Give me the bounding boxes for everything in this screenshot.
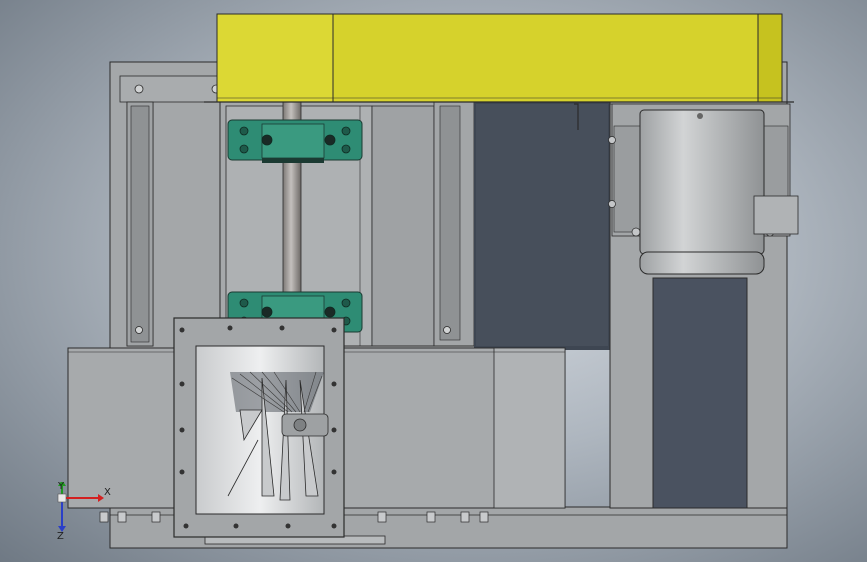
- z-axis-label: Z: [57, 531, 64, 542]
- orientation-triad: X Y Z: [48, 482, 118, 544]
- pillow-block-bearing-upper[interactable]: [227, 119, 363, 163]
- x-axis-label: X: [104, 487, 111, 498]
- frame-opening-shade: [476, 104, 608, 346]
- assembly-drawing[interactable]: [0, 0, 867, 562]
- cad-graphics-viewport[interactable]: X Y Z: [0, 0, 867, 562]
- y-axis-label: Y: [58, 481, 65, 492]
